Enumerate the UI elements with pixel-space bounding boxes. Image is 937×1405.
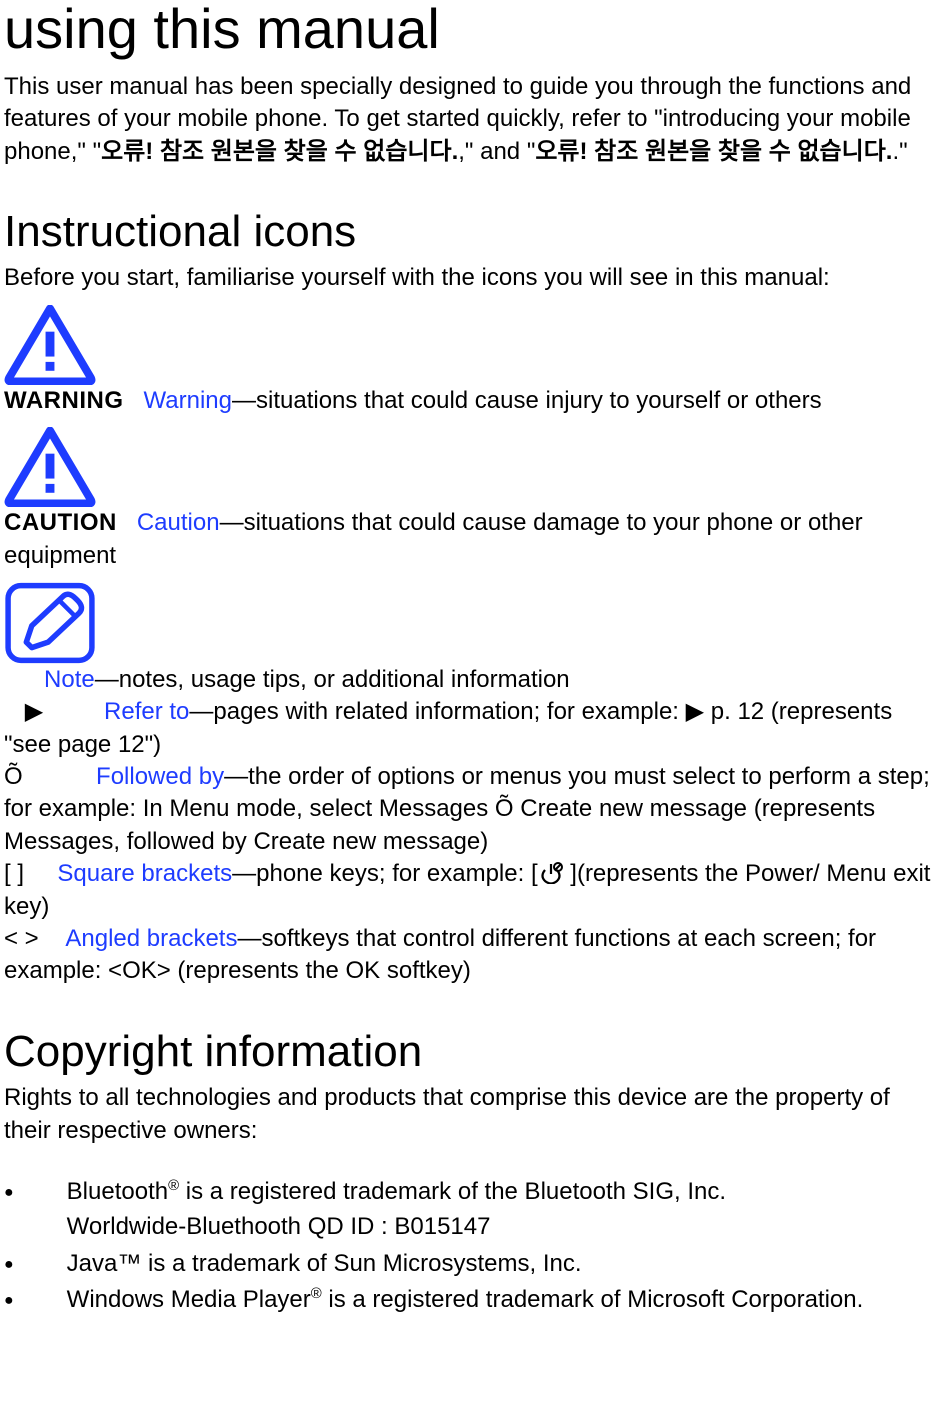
warning-block: WARNING Warning—situations that could ca… <box>4 305 933 417</box>
square-brackets-line: [ ] Square brackets—phone keys; for exam… <box>4 858 933 923</box>
document-page: using this manual This user manual has b… <box>0 0 937 1350</box>
note-line: Note—notes, usage tips, or additional in… <box>4 666 570 693</box>
intro-paragraph: This user manual has been specially desi… <box>4 71 933 168</box>
copyright-lead: Rights to all technologies and products … <box>4 1082 933 1147</box>
caution-term: Caution <box>137 509 220 536</box>
square-desc-a: —phone keys; for example: [ <box>232 860 537 887</box>
bullet-bluetooth: Bluetooth® is a registered trademark of … <box>4 1175 933 1245</box>
warning-desc: —situations that could cause injury to y… <box>232 387 822 414</box>
bullet-wmp-b: is a registered trademark of Microsoft C… <box>322 1286 864 1313</box>
refer-arrow-icon: ▶ <box>4 696 64 728</box>
followed-by-line: Õ Followed by—the order of options or me… <box>4 761 933 858</box>
warning-triangle-icon <box>4 305 96 385</box>
caution-line: CAUTION Caution—situations that could ca… <box>4 507 933 572</box>
bullet-bluetooth-sup: ® <box>168 1178 179 1194</box>
refer-to-line: ▶ Refer to—pages with related informatio… <box>4 696 933 761</box>
caution-desc: —situations that could cause damage to y… <box>4 509 863 568</box>
intro-text-e: ." <box>892 138 907 165</box>
section-title-copyright: Copyright information <box>4 1028 933 1076</box>
warning-line: WARNING Warning—situations that could ca… <box>4 385 933 417</box>
note-block: Note—notes, usage tips, or additional in… <box>4 582 933 696</box>
note-desc: —notes, usage tips, or additional inform… <box>95 666 570 693</box>
intro-error-ref-2: 오류! 참조 원본을 찾을 수 없습니다. <box>535 138 892 165</box>
bullet-java-text: Java™ is a trademark of Sun Microsystems… <box>67 1250 582 1277</box>
section-title-instructional-icons: Instructional icons <box>4 208 933 256</box>
page-title-using: using this manual <box>4 0 933 59</box>
warning-label: WARNING <box>4 387 124 414</box>
caution-triangle-icon <box>4 427 96 507</box>
bullet-java: Java™ is a trademark of Sun Microsystems… <box>4 1247 933 1282</box>
intro-text-c: ," and " <box>458 138 535 165</box>
followed-term: Followed by <box>96 763 224 790</box>
followed-mid: Õ <box>495 795 514 822</box>
copyright-bullet-list: Bluetooth® is a registered trademark of … <box>4 1175 933 1318</box>
followed-symbol: Õ <box>4 763 23 790</box>
bullet-wmp: Windows Media Player® is a registered tr… <box>4 1283 933 1318</box>
bullet-bluetooth-b: is a registered trademark of the Bluetoo… <box>179 1178 726 1205</box>
bullet-bluetooth-sub: Worldwide-Bluethooth QD ID : B015147 <box>67 1213 491 1240</box>
square-symbol: [ ] <box>4 860 24 887</box>
intro-error-ref-1: 오류! 참조 원본을 찾을 수 없습니다. <box>101 138 458 165</box>
angled-symbol: < > <box>4 925 39 952</box>
instructional-lead: Before you start, familiarise yourself w… <box>4 262 933 294</box>
refer-term: Refer to <box>104 698 189 725</box>
angled-brackets-line: < > Angled brackets—softkeys that contro… <box>4 923 933 988</box>
bullet-wmp-a: Windows Media Player <box>67 1286 311 1313</box>
note-term: Note <box>44 666 95 693</box>
bullet-wmp-sup: ® <box>311 1286 322 1302</box>
angled-term: Angled brackets <box>65 925 237 952</box>
warning-term: Warning <box>144 387 232 414</box>
power-key-icon <box>538 862 564 884</box>
square-term: Square brackets <box>57 860 232 887</box>
caution-label: CAUTION <box>4 509 117 536</box>
caution-block: CAUTION Caution—situations that could ca… <box>4 427 933 572</box>
note-pencil-icon <box>4 582 96 664</box>
bullet-bluetooth-a: Bluetooth <box>67 1178 168 1205</box>
